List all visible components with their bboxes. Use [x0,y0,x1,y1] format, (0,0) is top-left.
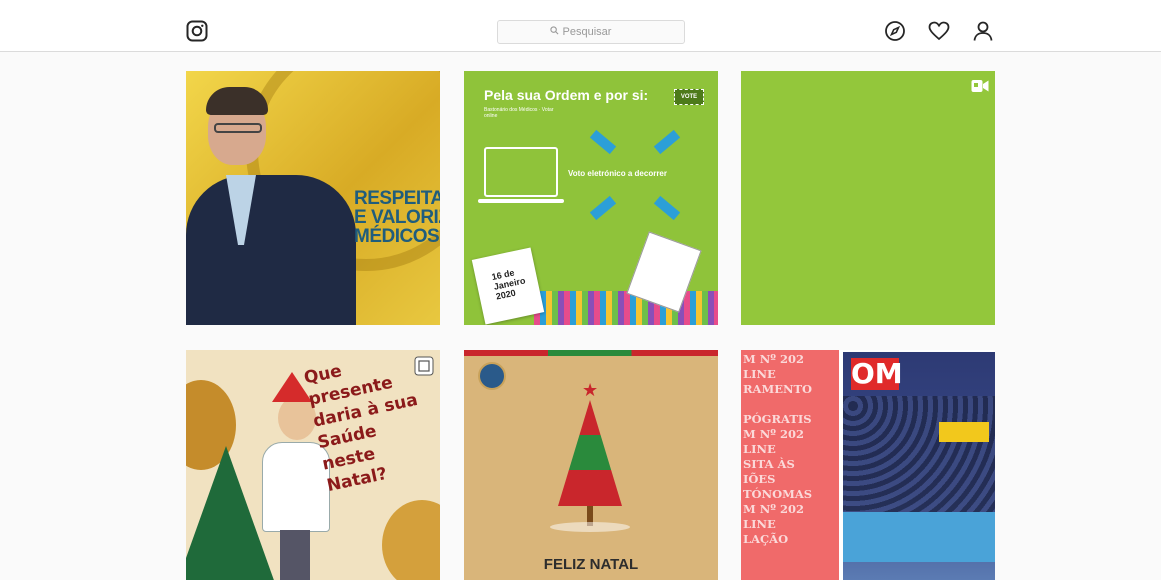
post-title: Pela sua Ordem e por si: [484,87,649,103]
panel-line: SITA ÀS [743,457,795,471]
calendar-illustration: 16 de Janeiro 2020 [471,247,545,325]
calendar-text: 16 de Janeiro 2020 [490,267,527,302]
panel-line: LAÇÃO [743,532,789,546]
crowd-photo [843,396,995,512]
post-headline: RESPEITAR E VALORIZAR MÉDICOS [354,189,440,246]
panel-line: LINE [743,517,776,531]
post-tile[interactable] [741,71,995,325]
text-panel: M Nº 202 LINE RAMENTO PÓGRATIS M Nº 202 … [741,350,839,580]
search-box[interactable] [497,20,685,44]
top-navigation-bar [0,0,1161,52]
panel-line: M Nº 202 [743,502,805,516]
magazine-logo: OM [851,357,903,390]
crowd-illustration [534,291,718,325]
panel-line: LINE [743,367,776,381]
cover-panel [843,512,995,562]
portrait-hair [206,87,268,115]
compass-icon[interactable] [884,20,906,42]
headline-line: E VALORIZAR [354,207,440,228]
post-tile[interactable]: Pela sua Ordem e por si: VOTE Bastonário… [464,71,718,325]
heart-icon[interactable] [928,20,950,42]
cover-label [939,422,989,442]
post-tile[interactable]: RESPEITAR E VALORIZAR MÉDICOS [186,71,440,325]
arrow-icon [589,129,617,155]
laptop-base [478,199,564,203]
profile-icon[interactable] [972,20,994,42]
post-subtitle: Bastonário dos Médicos · Votar online [484,107,554,119]
panel-line: M Nº 202 [743,427,805,441]
doctor-legs [280,530,310,580]
video-camera-icon [971,79,989,93]
vote-text: Voto eletrónico a decorrer [568,169,667,178]
panel-text: M Nº 202 LINE RAMENTO PÓGRATIS M Nº 202 … [743,352,812,547]
instagram-logo-icon[interactable] [186,20,208,42]
post-tile[interactable]: ★ FELIZ NATAL [464,350,718,580]
headline-line: RESPEITAR [354,188,440,209]
panel-line [743,397,812,412]
tree-shadow [550,522,630,532]
decor-border [464,350,718,356]
panel-line: LINE [743,442,776,456]
magazine-cover: OM [843,352,995,580]
headline-line: MÉDICOS [354,226,440,247]
arrow-icon [653,129,681,155]
vote-badge: VOTE [674,89,704,105]
panel-line: RAMENTO [743,382,813,396]
christmas-tree-illustration [558,400,622,506]
arrow-icon [589,195,617,221]
arrow-icon [653,195,681,221]
panel-line: IÕES [743,472,776,486]
star-icon: ★ [582,380,599,400]
laptop-illustration [484,147,558,197]
carousel-icon [414,356,434,376]
search-input[interactable] [562,26,633,38]
decor-blob [382,500,440,580]
panel-line: PÓGRATIS [743,412,812,426]
search-icon [549,26,559,38]
suit-body [186,175,356,325]
post-caption: FELIZ NATAL [543,556,639,573]
post-tile[interactable]: Que presente daria à sua Saúde neste Nat… [186,350,440,580]
seal-emblem [478,362,506,390]
glasses [214,123,262,133]
post-tile[interactable]: M Nº 202 LINE RAMENTO PÓGRATIS M Nº 202 … [741,350,995,580]
panel-line: TÓNOMAS [743,487,813,501]
panel-line: M Nº 202 [743,352,805,366]
